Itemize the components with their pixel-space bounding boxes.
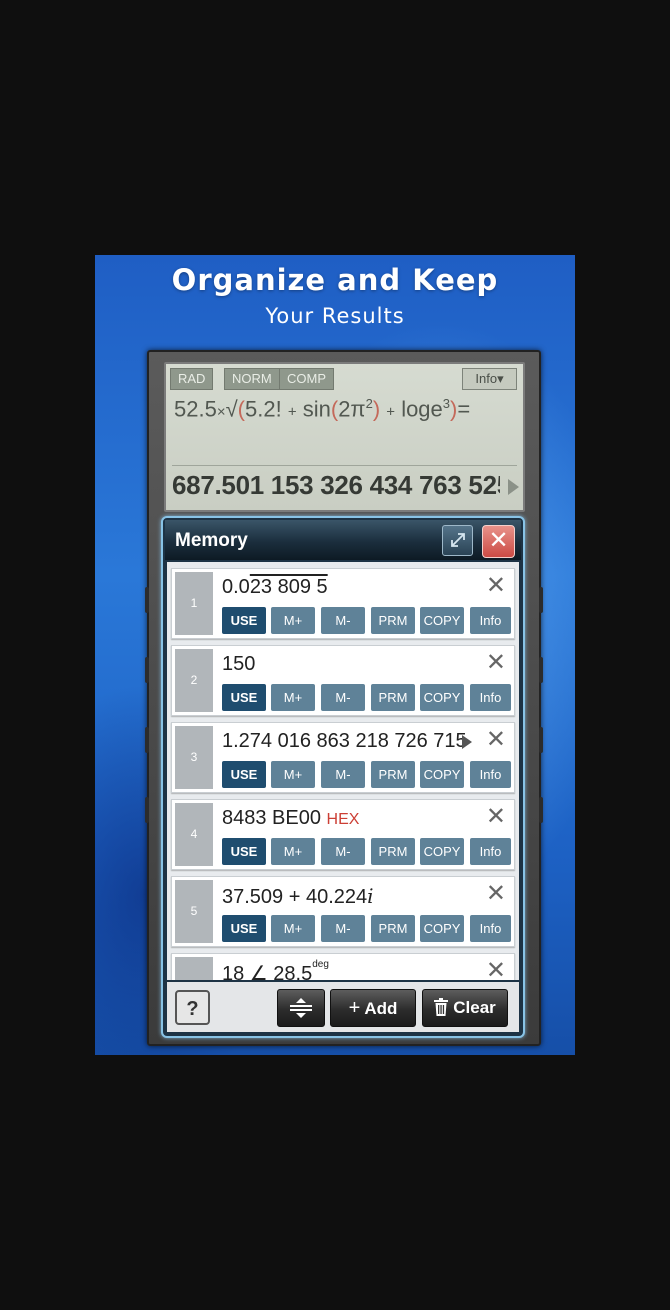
help-button[interactable]: ? xyxy=(175,990,210,1025)
promo-subtitle: Your Results xyxy=(265,304,405,328)
memory-subtract-button[interactable]: M- xyxy=(321,838,365,865)
display-info-dropdown[interactable]: Info▾ xyxy=(462,368,517,390)
memory-footer: ? + Add Clear xyxy=(167,982,519,1032)
memory-item-value[interactable]: 1.274 016 863 218 726 715 xyxy=(222,730,467,753)
memory-header: Memory ✕ xyxy=(165,520,521,560)
use-button[interactable]: USE xyxy=(222,684,266,711)
copy-button[interactable]: COPY xyxy=(420,684,464,711)
memory-item-value[interactable]: 8483 BE00 HEX xyxy=(222,807,359,830)
delete-item-button[interactable]: ✕ xyxy=(486,725,506,754)
memory-add-button[interactable]: M+ xyxy=(271,607,315,634)
device-side-nub xyxy=(539,727,543,753)
lcd-display[interactable]: RAD NORM COMP Info▾ 52.5×√(5.2! + sin(2π… xyxy=(164,362,525,512)
memory-add-button[interactable]: M+ xyxy=(271,838,315,865)
delete-item-button[interactable]: ✕ xyxy=(486,571,506,600)
delete-item-button[interactable]: ✕ xyxy=(486,879,506,908)
device-side-nub xyxy=(145,657,149,683)
close-memory-button[interactable]: ✕ xyxy=(482,525,515,558)
display-divider xyxy=(172,465,517,466)
more-digits-arrow-icon[interactable] xyxy=(462,735,472,749)
memory-subtract-button[interactable]: M- xyxy=(321,915,365,942)
plus-icon: + xyxy=(348,997,361,1019)
use-button[interactable]: USE xyxy=(222,838,266,865)
memory-subtract-button[interactable]: M- xyxy=(321,761,365,788)
memory-item-value[interactable]: 18 ∠ 28.5deg xyxy=(222,959,329,980)
calculator-device: RAD NORM COMP Info▾ 52.5×√(5.2! + sin(2π… xyxy=(145,350,543,1046)
device-side-nub xyxy=(539,587,543,613)
copy-button[interactable]: COPY xyxy=(420,761,464,788)
delete-item-button[interactable]: ✕ xyxy=(486,956,506,980)
prm-button[interactable]: PRM xyxy=(371,761,415,788)
prm-button[interactable]: PRM xyxy=(371,607,415,634)
device-side-nub xyxy=(539,657,543,683)
memory-item-index: 2 xyxy=(175,649,213,712)
info-button[interactable]: Info xyxy=(470,607,511,634)
copy-button[interactable]: COPY xyxy=(420,915,464,942)
mode-comp-indicator: COMP xyxy=(279,368,334,390)
memory-add-button[interactable]: M+ xyxy=(271,684,315,711)
prm-button[interactable]: PRM xyxy=(371,915,415,942)
mode-rad-indicator: RAD xyxy=(170,368,214,390)
memory-item-value[interactable]: 150 xyxy=(222,653,255,676)
memory-item: 3 1.274 016 863 218 726 715 ✕ USE M+ M- … xyxy=(171,722,515,793)
info-button[interactable]: Info xyxy=(470,761,511,788)
prm-button[interactable]: PRM xyxy=(371,684,415,711)
memory-item-index: 6 xyxy=(175,957,213,980)
add-memory-button[interactable]: + Add xyxy=(330,989,416,1027)
reorder-button[interactable] xyxy=(277,989,325,1027)
use-button[interactable]: USE xyxy=(222,607,266,634)
info-button[interactable]: Info xyxy=(470,838,511,865)
memory-subtract-button[interactable]: M- xyxy=(321,684,365,711)
promo-banner: Organize and Keep Your Results RAD NORM … xyxy=(95,255,575,1055)
scroll-right-arrow-icon[interactable] xyxy=(508,479,519,495)
promo-title: Organize and Keep xyxy=(171,263,499,297)
memory-add-button[interactable]: M+ xyxy=(271,761,315,788)
memory-item-index: 3 xyxy=(175,726,213,789)
hex-badge: HEX xyxy=(326,811,360,828)
expression-line: 52.5×√(5.2! + sin(2π2) + loge3)= xyxy=(174,396,471,422)
result-value: 687.501 153 326 434 763 525 xyxy=(172,470,500,500)
memory-item-index: 1 xyxy=(175,572,213,635)
device-side-nub xyxy=(539,797,543,823)
prm-button[interactable]: PRM xyxy=(371,838,415,865)
memory-panel: Memory ✕ 1 0.023 809 5 ✕ USE M+ M- PRM C… xyxy=(161,516,525,1038)
copy-button[interactable]: COPY xyxy=(420,838,464,865)
info-button[interactable]: Info xyxy=(470,684,511,711)
mode-norm-indicator: NORM xyxy=(224,368,280,390)
reorder-icon xyxy=(290,998,312,1018)
memory-subtract-button[interactable]: M- xyxy=(321,607,365,634)
memory-item: 2 150 ✕ USE M+ M- PRM COPY Info xyxy=(171,645,515,716)
memory-item: 6 18 ∠ 28.5deg ✕ xyxy=(171,953,515,980)
memory-item: 1 0.023 809 5 ✕ USE M+ M- PRM COPY Info xyxy=(171,568,515,639)
memory-title: Memory xyxy=(175,530,248,551)
memory-item-index: 5 xyxy=(175,880,213,943)
memory-add-button[interactable]: M+ xyxy=(271,915,315,942)
device-side-nub xyxy=(145,727,149,753)
device-side-nub xyxy=(145,587,149,613)
memory-item: 4 8483 BE00 HEX ✕ USE M+ M- PRM COPY Inf… xyxy=(171,799,515,870)
expand-icon[interactable] xyxy=(442,525,473,556)
memory-item-value[interactable]: 0.023 809 5 xyxy=(222,576,328,599)
trash-icon xyxy=(434,998,449,1016)
clear-memory-button[interactable]: Clear xyxy=(422,989,508,1027)
memory-item-index: 4 xyxy=(175,803,213,866)
use-button[interactable]: USE xyxy=(222,915,266,942)
delete-item-button[interactable]: ✕ xyxy=(486,648,506,677)
delete-item-button[interactable]: ✕ xyxy=(486,802,506,831)
device-side-nub xyxy=(145,797,149,823)
memory-list[interactable]: 1 0.023 809 5 ✕ USE M+ M- PRM COPY Info … xyxy=(167,562,519,980)
copy-button[interactable]: COPY xyxy=(420,607,464,634)
info-button[interactable]: Info xyxy=(470,915,511,942)
memory-item-value[interactable]: 37.509 + 40.224i xyxy=(222,884,374,909)
use-button[interactable]: USE xyxy=(222,761,266,788)
memory-item: 5 37.509 + 40.224i ✕ USE M+ M- PRM COPY … xyxy=(171,876,515,947)
